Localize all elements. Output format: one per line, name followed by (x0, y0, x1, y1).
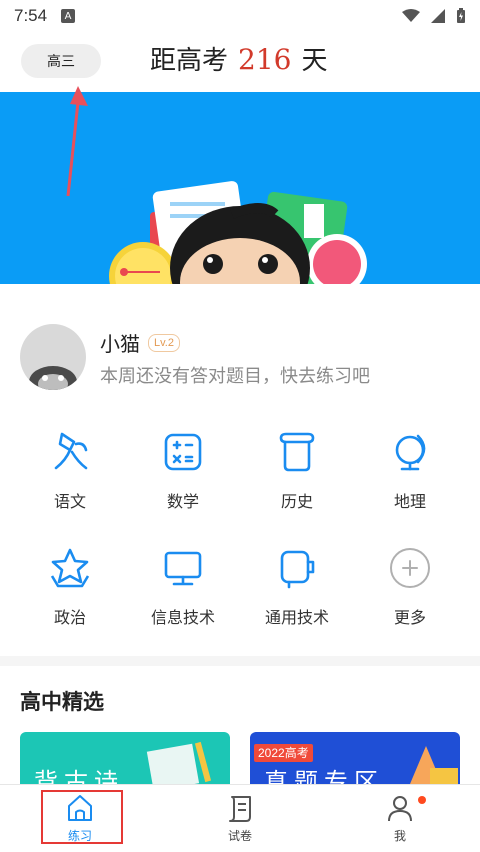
subject-label: 历史 (280, 492, 313, 511)
chinese-icon (54, 432, 88, 470)
user-name-row: 小猫 Lv.2 (100, 328, 180, 357)
subject-label: 信息技术 (150, 608, 215, 627)
subject-label: 政治 (53, 608, 86, 627)
subject-label: 更多 (393, 608, 426, 627)
grade-selector[interactable]: 高三 (21, 44, 101, 78)
tab-label: 练习 (67, 829, 92, 843)
subject-label: 数学 (166, 492, 199, 511)
avatar[interactable] (20, 324, 86, 390)
card-title: 真题专区 (264, 768, 384, 784)
subject-history[interactable]: 历史 (237, 430, 357, 530)
subject-chinese[interactable]: 语文 (10, 430, 130, 530)
subject-politics[interactable]: 政治 (10, 546, 130, 646)
tab-practice[interactable]: 练习 (0, 785, 160, 852)
countdown-days: 216 (238, 43, 292, 76)
exam-countdown: 距高考 216 天 (150, 40, 327, 80)
politics-icon (50, 548, 90, 588)
user-icon (388, 796, 412, 822)
featured-card-poetry[interactable]: 背古诗 (20, 732, 230, 784)
featured-card-exam[interactable]: 2022高考 真题专区 (250, 732, 460, 784)
avatar-image (29, 366, 77, 390)
history-icon (279, 432, 315, 472)
card-title: 背古诗 (34, 768, 124, 784)
subject-label: 通用技术 (264, 608, 329, 627)
battery-icon (457, 8, 465, 23)
home-icon (68, 795, 92, 821)
notification-badge: A (61, 9, 76, 23)
paper-icon (229, 796, 251, 822)
pencil-illustration (410, 746, 458, 784)
annotation-arrow (66, 86, 88, 197)
subject-label: 语文 (53, 492, 86, 511)
subject-label: 地理 (393, 492, 426, 511)
general-tech-icon (280, 550, 315, 589)
math-icon (164, 433, 202, 471)
tab-label: 试卷 (227, 829, 252, 843)
it-icon (164, 551, 202, 586)
subject-more[interactable]: 更多 (350, 546, 470, 646)
unread-dot (418, 796, 426, 804)
book-illustration (146, 741, 212, 784)
status-bar: 7:54 A (0, 0, 480, 32)
weekly-status: 本周还没有答对题目，快去练习吧 (100, 366, 370, 387)
user-name: 小猫 (100, 332, 140, 356)
signal-icon (431, 9, 445, 23)
countdown-prefix: 距高考 (150, 46, 229, 76)
section-divider (0, 656, 480, 666)
geography-icon (395, 434, 426, 471)
exam-tag: 2022高考 (254, 744, 313, 762)
status-time: 7:54 (14, 6, 48, 25)
tab-me[interactable]: 我 (320, 785, 480, 852)
more-icon (390, 548, 430, 588)
bottom-tab-bar: 练习 试卷 我 (0, 784, 480, 852)
countdown-suffix: 天 (301, 46, 328, 76)
subject-general-tech[interactable]: 通用技术 (237, 546, 357, 646)
section-title: 高中精选 (20, 690, 104, 714)
tab-label: 我 (393, 829, 406, 843)
user-profile[interactable]: 小猫 Lv.2 本周还没有答对题目，快去练习吧 (20, 324, 460, 390)
wifi-icon (402, 9, 420, 22)
level-badge: Lv.2 (148, 333, 180, 352)
subject-geography[interactable]: 地理 (350, 430, 470, 530)
tab-papers[interactable]: 试卷 (160, 785, 320, 852)
subject-it[interactable]: 信息技术 (123, 546, 243, 646)
subject-math[interactable]: 数学 (123, 430, 243, 530)
